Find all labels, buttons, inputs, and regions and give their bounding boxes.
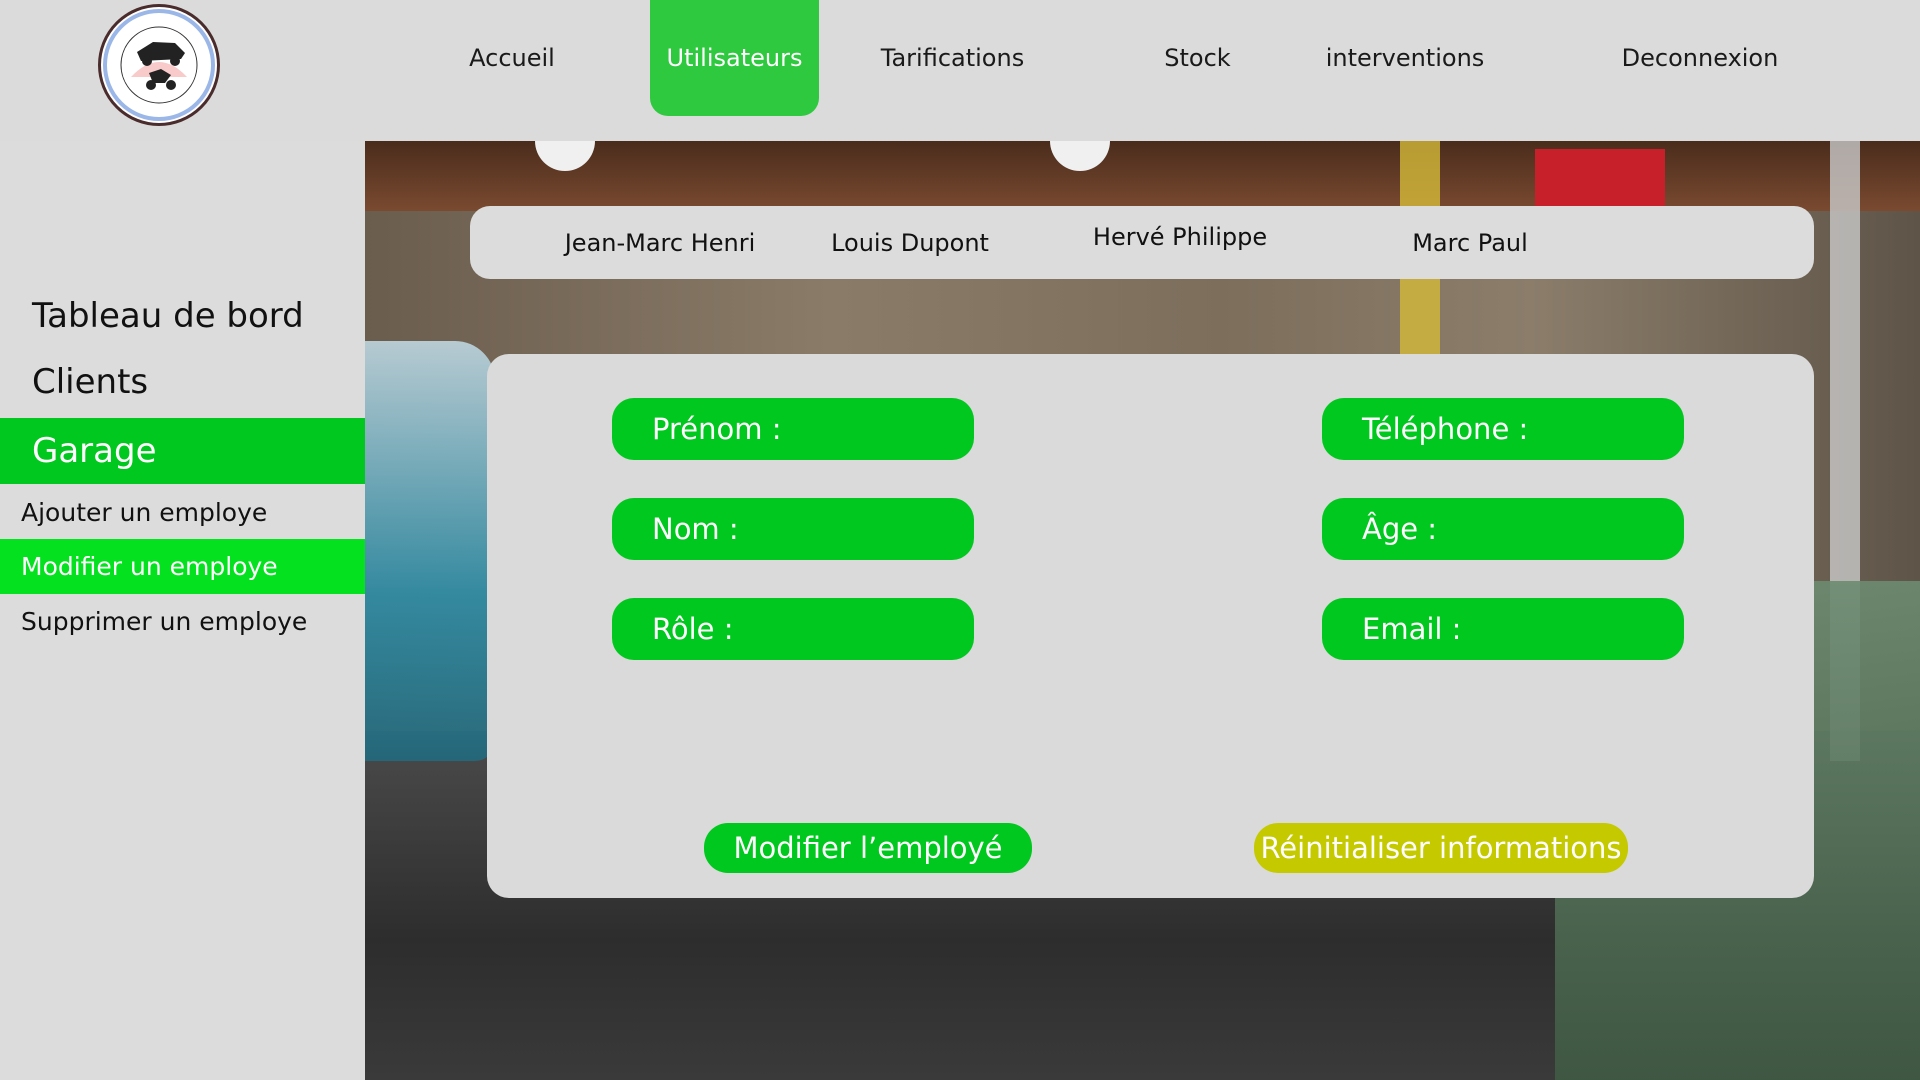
nav-accueil[interactable]: Accueil (447, 0, 577, 116)
nav-deconnexion[interactable]: Deconnexion (1615, 0, 1785, 116)
nom-field[interactable]: Nom : (612, 498, 974, 560)
role-field[interactable]: Rôle : (612, 598, 974, 660)
telephone-field[interactable]: Téléphone : (1322, 398, 1684, 460)
employee-form-panel: Prénom : Nom : Rôle : Téléphone : Âge : … (487, 354, 1814, 898)
nav-utilisateurs[interactable]: Utilisateurs (650, 0, 819, 116)
nav-tarifications[interactable]: Tarifications (870, 0, 1035, 116)
garage-logo[interactable] (98, 4, 220, 126)
employee-tab[interactable]: Marc Paul (1390, 206, 1550, 279)
sidebar: Tableau de bord Clients Garage Ajouter u… (0, 141, 365, 1080)
email-field[interactable]: Email : (1322, 598, 1684, 660)
sidebar-subitem-modifier-employe[interactable]: Modifier un employe (0, 539, 365, 594)
employee-tabs: Jean-Marc Henri Louis Dupont Hervé Phili… (470, 206, 1814, 279)
employee-tab[interactable]: Louis Dupont (810, 206, 1010, 279)
nav-interventions[interactable]: interventions (1320, 0, 1490, 116)
sidebar-item-clients[interactable]: Clients (0, 349, 365, 415)
nav-stock[interactable]: Stock (1150, 0, 1245, 116)
red-sign (1535, 149, 1665, 209)
top-navigation: Accueil Utilisateurs Tarifications Stock… (0, 0, 1920, 141)
prenom-field[interactable]: Prénom : (612, 398, 974, 460)
age-field[interactable]: Âge : (1322, 498, 1684, 560)
blue-car (365, 341, 495, 761)
sidebar-subitem-supprimer-employe[interactable]: Supprimer un employe (0, 594, 365, 649)
sidebar-item-tableau-de-bord[interactable]: Tableau de bord (0, 283, 365, 349)
sidebar-item-garage[interactable]: Garage (0, 418, 365, 484)
sidebar-subitem-ajouter-employe[interactable]: Ajouter un employe (0, 485, 365, 540)
employee-tab[interactable]: Jean-Marc Henri (540, 206, 780, 279)
logo-emblem-icon (103, 9, 215, 121)
employee-tab[interactable]: Hervé Philippe (1080, 200, 1280, 273)
modify-employee-button[interactable]: Modifier l’employé (704, 823, 1032, 873)
reset-information-button[interactable]: Réinitialiser informations (1254, 823, 1628, 873)
